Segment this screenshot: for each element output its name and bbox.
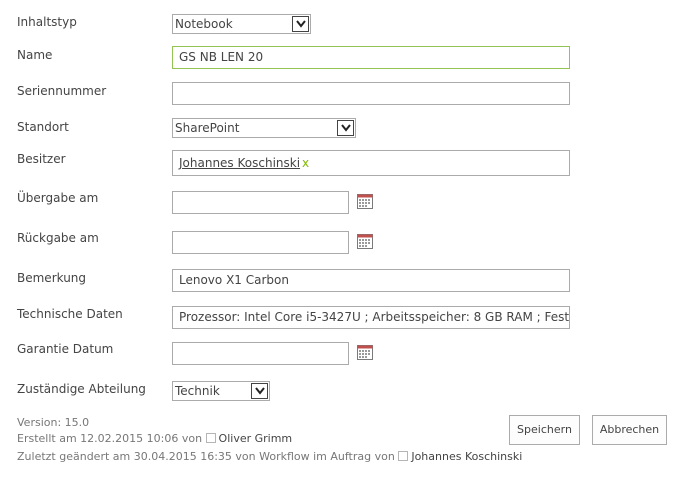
label-technische-daten: Technische Daten	[17, 307, 123, 321]
uebergabe-date-input[interactable]	[172, 191, 349, 214]
chevron-down-icon[interactable]	[292, 16, 309, 32]
label-zustaendige-abteilung: Zuständige Abteilung	[17, 382, 146, 396]
created-by-user[interactable]: Oliver Grimm	[219, 432, 293, 445]
remove-person-icon[interactable]: x	[302, 156, 309, 170]
calendar-icon[interactable]	[357, 234, 373, 249]
created-info: Erstellt am 12.02.2015 10:06 von Oliver …	[17, 432, 292, 445]
cancel-button[interactable]: Abbrechen	[592, 415, 667, 445]
rueckgabe-date-input[interactable]	[172, 231, 349, 254]
modified-info: Zuletzt geändert am 30.04.2015 16:35 von…	[17, 450, 522, 463]
modified-by-user[interactable]: Johannes Koschinski	[411, 450, 522, 463]
created-prefix: Erstellt am 12.02.2015 10:06 von	[17, 432, 203, 445]
label-besitzer: Besitzer	[17, 152, 66, 166]
abteilung-value: Technik	[175, 384, 220, 398]
label-name: Name	[17, 48, 53, 62]
garantie-date-input[interactable]	[172, 342, 349, 365]
label-seriennummer: Seriennummer	[17, 84, 107, 98]
besitzer-people-picker[interactable]: Johannes Koschinski x	[172, 150, 570, 176]
inhaltstyp-select[interactable]: Notebook	[172, 14, 311, 34]
chevron-down-icon[interactable]	[251, 383, 268, 399]
label-bemerkung: Bemerkung	[17, 271, 87, 285]
name-input[interactable]: GS NB LEN 20	[172, 46, 570, 69]
abteilung-select[interactable]: Technik	[172, 381, 270, 401]
calendar-icon[interactable]	[357, 345, 373, 360]
besitzer-person[interactable]: Johannes Koschinski	[179, 156, 300, 170]
inhaltstyp-value: Notebook	[175, 17, 233, 31]
seriennummer-input[interactable]	[172, 82, 570, 105]
label-garantie-datum: Garantie Datum	[17, 342, 114, 356]
bemerkung-input[interactable]: Lenovo X1 Carbon	[172, 269, 570, 292]
label-uebergabe: Übergabe am	[17, 191, 99, 205]
label-inhaltstyp: Inhaltstyp	[17, 15, 77, 29]
chevron-down-icon[interactable]	[337, 120, 354, 136]
label-standort: Standort	[17, 120, 69, 134]
presence-icon	[398, 451, 409, 461]
presence-icon	[205, 433, 216, 443]
standort-select[interactable]: SharePoint	[172, 118, 356, 138]
modified-prefix: Zuletzt geändert am 30.04.2015 16:35 von…	[17, 450, 395, 463]
calendar-icon[interactable]	[357, 194, 373, 209]
save-button[interactable]: Speichern	[509, 415, 580, 445]
standort-value: SharePoint	[175, 121, 240, 135]
technische-daten-input[interactable]: Prozessor: Intel Core i5-3427U ; Arbeits…	[172, 306, 570, 329]
label-rueckgabe: Rückgabe am	[17, 231, 99, 245]
version-text: Version: 15.0	[17, 416, 90, 429]
